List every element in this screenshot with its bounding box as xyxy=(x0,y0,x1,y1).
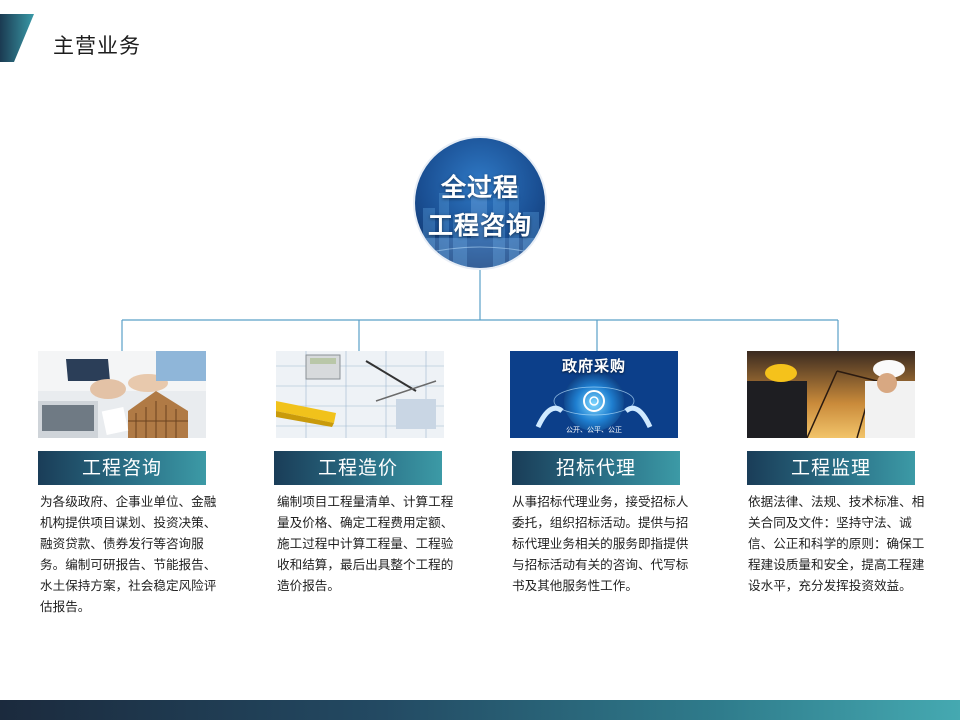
procurement-subcaption: 公开、公平、公正 xyxy=(566,426,622,434)
card-image-costing xyxy=(276,351,444,438)
center-node: 全过程 工程咨询 xyxy=(415,138,545,268)
card-label-supervision: 工程监理 xyxy=(747,451,915,485)
center-title-line2: 工程咨询 xyxy=(427,211,532,240)
card-label-bidding: 招标代理 xyxy=(512,451,680,485)
business-documents-house-icon xyxy=(38,351,206,438)
card-image-supervision xyxy=(747,351,915,438)
card-image-bidding: 政府采购 公开、公平、公正 xyxy=(510,351,678,438)
card-label-costing: 工程造价 xyxy=(274,451,442,485)
footer-bar xyxy=(0,700,960,720)
center-title-line1: 全过程 xyxy=(440,173,519,202)
blueprint-calculator-level-icon xyxy=(276,351,444,438)
procurement-caption: 政府采购 xyxy=(561,357,626,375)
card-desc-consulting: 为各级政府、企事业单位、金融机构提供项目谋划、投资决策、融资贷款、债券发行等咨询… xyxy=(40,494,217,614)
card-desc-supervision: 依据法律、法规、技术标准、相关合同及文件：坚持守法、诚信、公正和科学的原则：确保… xyxy=(748,494,925,593)
card-label-consulting: 工程咨询 xyxy=(38,451,206,485)
construction-engineers-hardhat-icon xyxy=(747,351,915,438)
card-desc-costing: 编制项目工程量清单、计算工程量及价格、确定工程费用定额、施工过程中计算工程量、工… xyxy=(277,494,454,593)
card-image-consulting xyxy=(38,351,206,438)
card-desc-bidding: 从事招标代理业务，接受招标人委托，组织招标活动。提供与招标代理业务相关的服务即指… xyxy=(512,494,689,593)
